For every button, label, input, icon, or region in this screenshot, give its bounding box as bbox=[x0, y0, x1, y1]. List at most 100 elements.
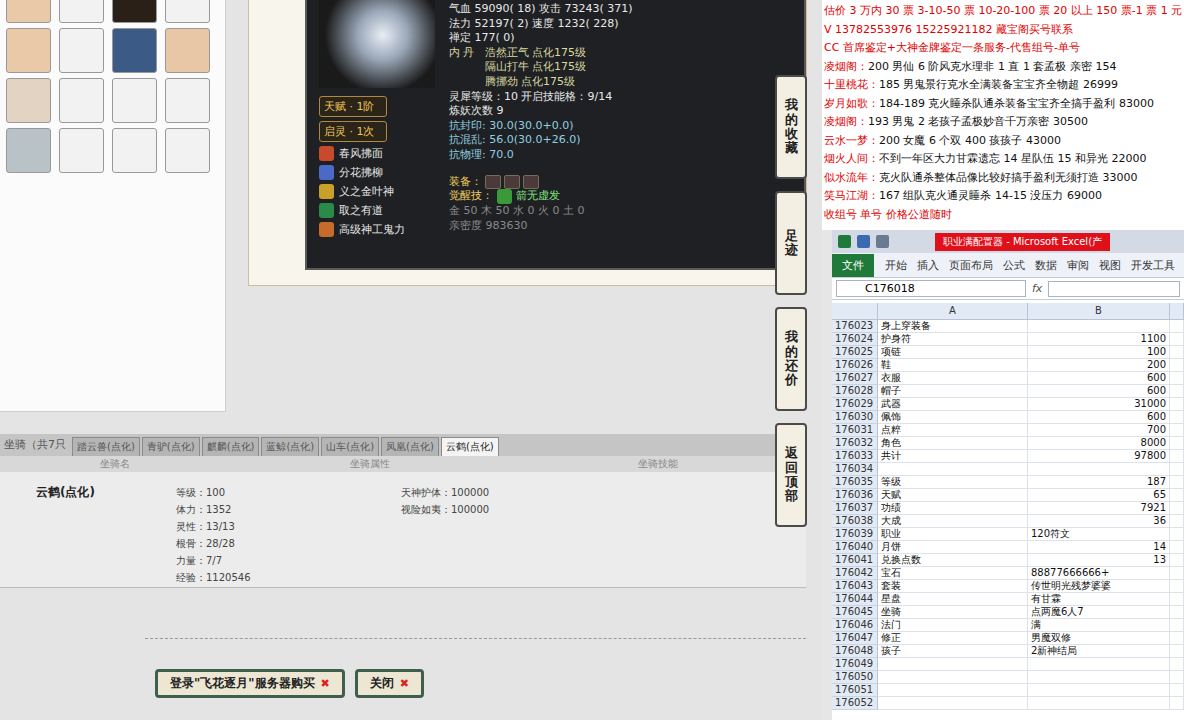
pet-skill[interactable]: 取之有道 bbox=[319, 203, 437, 218]
mount-tab[interactable]: 山车(点化) bbox=[321, 437, 379, 456]
cell[interactable] bbox=[1170, 372, 1184, 385]
cell[interactable] bbox=[1170, 671, 1184, 684]
row-number[interactable]: 176052 bbox=[832, 697, 878, 710]
cell[interactable]: 8000 bbox=[1028, 437, 1170, 450]
avatar-thumbnail[interactable] bbox=[165, 28, 210, 73]
row-number[interactable]: 176024 bbox=[832, 333, 878, 346]
row-number[interactable]: 176042 bbox=[832, 567, 878, 580]
cell[interactable]: 600 bbox=[1028, 411, 1170, 424]
ribbon-tab[interactable]: 视图 bbox=[1094, 258, 1126, 273]
avatar-thumbnail[interactable] bbox=[6, 28, 51, 73]
cell[interactable] bbox=[1170, 502, 1184, 515]
row-number[interactable]: 176044 bbox=[832, 593, 878, 606]
avatar-thumbnail[interactable] bbox=[6, 0, 51, 23]
cell[interactable]: 大成 bbox=[878, 515, 1028, 528]
equipment-icon[interactable] bbox=[485, 175, 501, 189]
row-number[interactable]: 176034 bbox=[832, 463, 878, 476]
cell[interactable]: 点两魔6人7 bbox=[1028, 606, 1170, 619]
cell[interactable]: 修正 bbox=[878, 632, 1028, 645]
row-number[interactable]: 176028 bbox=[832, 385, 878, 398]
cell[interactable] bbox=[878, 697, 1028, 710]
column-header[interactable]: B bbox=[1028, 303, 1170, 320]
ribbon-tab[interactable]: 公式 bbox=[998, 258, 1030, 273]
ribbon-tab[interactable]: 开始 bbox=[880, 258, 912, 273]
row-number[interactable]: 176035 bbox=[832, 476, 878, 489]
cell[interactable]: 等级 bbox=[878, 476, 1028, 489]
ribbon-tab[interactable]: 数据 bbox=[1030, 258, 1062, 273]
cell[interactable] bbox=[878, 671, 1028, 684]
mount-tab[interactable]: 麒麟(点化) bbox=[202, 437, 260, 456]
cell[interactable] bbox=[1170, 632, 1184, 645]
cell[interactable]: 187 bbox=[1028, 476, 1170, 489]
cell[interactable] bbox=[1170, 450, 1184, 463]
row-number[interactable]: 176026 bbox=[832, 359, 878, 372]
row-number[interactable]: 176049 bbox=[832, 658, 878, 671]
cell[interactable]: 套装 bbox=[878, 580, 1028, 593]
row-number[interactable]: 176051 bbox=[832, 684, 878, 697]
cell[interactable] bbox=[1028, 320, 1170, 333]
cell[interactable] bbox=[1170, 658, 1184, 671]
cell[interactable] bbox=[1170, 333, 1184, 346]
cell[interactable]: 97800 bbox=[1028, 450, 1170, 463]
cell[interactable] bbox=[1170, 515, 1184, 528]
cell[interactable] bbox=[1028, 463, 1170, 476]
cell[interactable] bbox=[1170, 489, 1184, 502]
cell[interactable] bbox=[1170, 385, 1184, 398]
cell[interactable] bbox=[1170, 476, 1184, 489]
cell[interactable]: 传世明光残梦婆婆 bbox=[1028, 580, 1170, 593]
row-number[interactable]: 176047 bbox=[832, 632, 878, 645]
avatar-thumbnail[interactable] bbox=[6, 128, 51, 173]
equipment-icon[interactable] bbox=[523, 175, 539, 189]
mount-tab[interactable]: 云鹤(点化) bbox=[441, 437, 499, 456]
cell[interactable]: 65 bbox=[1028, 489, 1170, 502]
row-number[interactable]: 176038 bbox=[832, 515, 878, 528]
cell[interactable] bbox=[1170, 346, 1184, 359]
cell[interactable]: 满 bbox=[1028, 619, 1170, 632]
cell[interactable] bbox=[1170, 567, 1184, 580]
row-number[interactable]: 176040 bbox=[832, 541, 878, 554]
cell[interactable] bbox=[1170, 541, 1184, 554]
avatar-thumbnail[interactable] bbox=[165, 128, 210, 173]
cell[interactable] bbox=[1170, 593, 1184, 606]
cell[interactable]: 男魔双修 bbox=[1028, 632, 1170, 645]
cell[interactable]: 有甘霖 bbox=[1028, 593, 1170, 606]
cell[interactable] bbox=[1170, 619, 1184, 632]
row-number[interactable]: 176031 bbox=[832, 424, 878, 437]
cell[interactable]: 天赋 bbox=[878, 489, 1028, 502]
ribbon-tab[interactable]: 插入 bbox=[912, 258, 944, 273]
row-number[interactable]: 176050 bbox=[832, 671, 878, 684]
avatar-thumbnail[interactable] bbox=[59, 0, 104, 23]
cell[interactable]: 法门 bbox=[878, 619, 1028, 632]
cell[interactable] bbox=[1170, 359, 1184, 372]
cell[interactable] bbox=[1170, 528, 1184, 541]
cell[interactable] bbox=[1170, 398, 1184, 411]
cell[interactable] bbox=[1028, 658, 1170, 671]
cell[interactable]: 帽子 bbox=[878, 385, 1028, 398]
cell[interactable]: 点粹 bbox=[878, 424, 1028, 437]
mount-tab[interactable]: 蓝鲸(点化) bbox=[261, 437, 319, 456]
cell[interactable]: 13 bbox=[1028, 554, 1170, 567]
cell[interactable]: 7921 bbox=[1028, 502, 1170, 515]
side-nav-button[interactable]: 返回顶部 bbox=[775, 423, 807, 527]
avatar-thumbnail[interactable] bbox=[165, 0, 210, 23]
mount-tab[interactable]: 踏云兽(点化) bbox=[72, 437, 140, 456]
cell[interactable] bbox=[1170, 580, 1184, 593]
cell[interactable]: 2新神结局 bbox=[1028, 645, 1170, 658]
cell[interactable] bbox=[1170, 645, 1184, 658]
cell[interactable] bbox=[1028, 697, 1170, 710]
cell[interactable]: 护身符 bbox=[878, 333, 1028, 346]
name-box[interactable]: C176018 bbox=[836, 280, 1026, 297]
mount-tab[interactable]: 凤凰(点化) bbox=[381, 437, 439, 456]
avatar-thumbnail[interactable] bbox=[59, 78, 104, 123]
row-number[interactable]: 176036 bbox=[832, 489, 878, 502]
cell[interactable]: 身上穿装备 bbox=[878, 320, 1028, 333]
row-number[interactable]: 176048 bbox=[832, 645, 878, 658]
cell[interactable]: 36 bbox=[1028, 515, 1170, 528]
undo-icon[interactable] bbox=[876, 235, 889, 248]
cell[interactable]: 孩子 bbox=[878, 645, 1028, 658]
row-number[interactable]: 176045 bbox=[832, 606, 878, 619]
row-number[interactable]: 176041 bbox=[832, 554, 878, 567]
cell[interactable] bbox=[1170, 463, 1184, 476]
row-number[interactable]: 176032 bbox=[832, 437, 878, 450]
file-tab[interactable]: 文件 bbox=[832, 254, 874, 277]
